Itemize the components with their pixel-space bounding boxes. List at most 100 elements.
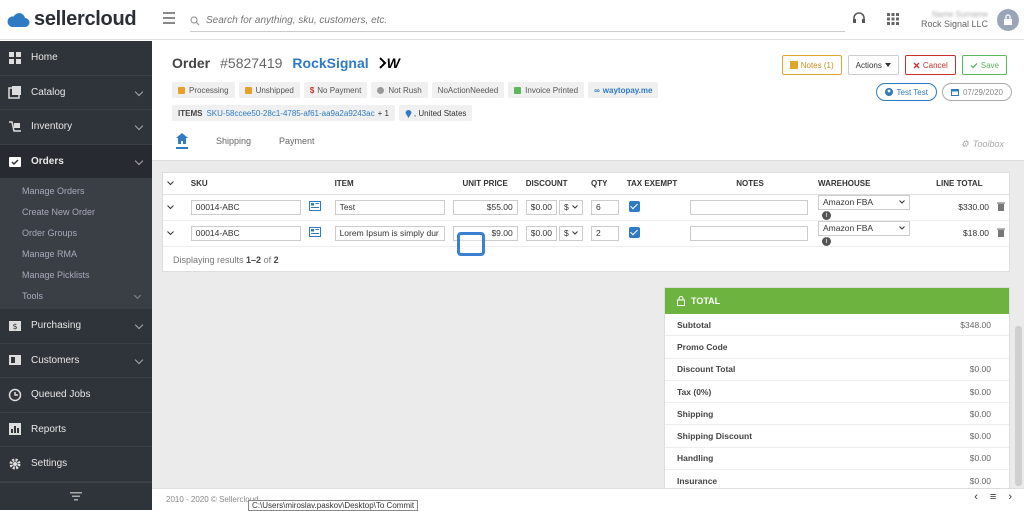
order-date-value: 07/29/2020 (962, 87, 1003, 97)
row-expand[interactable] (163, 220, 187, 248)
customer-button[interactable]: Test Test (875, 83, 937, 101)
country-tag: , United States (398, 105, 473, 121)
submenu-item[interactable]: Create New Order (0, 202, 152, 223)
tab-home[interactable] (176, 133, 188, 149)
product-image-icon[interactable] (308, 201, 321, 212)
next-page-icon[interactable]: › (1008, 491, 1012, 503)
tax-exempt-checkbox[interactable] (628, 200, 640, 212)
qty-field[interactable]: 6 (591, 199, 619, 215)
user-info[interactable]: Name Surname Rock Signal LLC (920, 10, 988, 29)
dollar-icon: $ (309, 85, 315, 95)
badge-label: NoActionNeeded (437, 85, 499, 95)
notes-button[interactable]: Notes (1) (781, 55, 842, 75)
actions-button[interactable]: Actions (847, 55, 899, 75)
trash-icon[interactable] (997, 228, 1005, 237)
sidebar-collapse[interactable] (0, 482, 152, 510)
submenu-item[interactable]: Order Groups (0, 223, 152, 244)
submenu-item[interactable]: Manage Picklists (0, 265, 152, 286)
discount-field[interactable]: $0.00 (525, 199, 558, 215)
qty-field[interactable]: 2 (591, 225, 619, 241)
item-name-field[interactable]: Lorem Ipsum is simply dur (334, 225, 445, 241)
orders-icon (9, 157, 21, 168)
toolbox-link[interactable]: ⚙ Toolbox (961, 139, 1004, 150)
table-row: 00014-ABC Lorem Ipsum is simply dur $9.0… (163, 220, 1009, 248)
headset-icon[interactable] (852, 11, 866, 25)
row-expand[interactable] (163, 194, 187, 221)
item-name-field[interactable]: Test (334, 199, 445, 215)
header-actions: Notes (1) Actions Cancel Save (781, 55, 1007, 75)
line-total: $18.00 (925, 220, 993, 248)
col-qty[interactable]: QTY (587, 173, 623, 195)
submenu-item[interactable]: Manage Orders (0, 181, 152, 202)
sidebar-item-inventory[interactable]: Inventory (0, 110, 152, 145)
col-line-total[interactable]: LINE TOTAL (925, 173, 993, 195)
list-view-icon[interactable]: ≡ (990, 491, 996, 503)
channel-mark-icon (378, 57, 387, 69)
search-input[interactable] (206, 15, 806, 26)
payment-link-badge[interactable]: ∞ waytopay.me (588, 82, 659, 98)
sidebar-item-queued-jobs[interactable]: Queued Jobs (0, 378, 152, 413)
order-date[interactable]: 07/29/2020 (941, 83, 1012, 101)
company-link[interactable]: RockSignal (292, 55, 368, 71)
sidebar-item-reports[interactable]: Reports (0, 413, 152, 447)
sku-field[interactable]: 00014-ABC (190, 225, 301, 241)
totals-row: Tax (0%) $0.00 (665, 381, 1009, 404)
sidebar-item-customers[interactable]: Customers (0, 344, 152, 378)
badge-label: Not Rush (388, 85, 422, 95)
user-org: Rock Signal LLC (920, 19, 988, 29)
sidebar: Home Catalog Inventory Orders Manage Ord… (0, 41, 152, 510)
col-warehouse[interactable]: WAREHOUSE (814, 173, 926, 195)
expand-all-header[interactable] (163, 173, 187, 195)
sidebar-item-catalog[interactable]: Catalog (0, 76, 152, 110)
tools-icon: ⚙ (960, 139, 969, 149)
sidebar-item-settings[interactable]: Settings (0, 447, 152, 482)
tab-shipping[interactable]: Shipping (216, 136, 251, 146)
search-bar[interactable] (190, 10, 845, 32)
sidebar-item-orders[interactable]: Orders (0, 144, 152, 179)
trash-icon[interactable] (997, 202, 1005, 211)
sku-field[interactable]: 00014-ABC (190, 199, 301, 215)
close-icon (913, 62, 920, 68)
purchasing-icon: $ (9, 320, 21, 331)
warehouse-select[interactable]: Amazon FBA (818, 220, 911, 236)
sidebar-item-label: Inventory (31, 121, 73, 133)
col-discount[interactable]: DISCOUNT (521, 173, 588, 195)
scrollbar[interactable] (1015, 326, 1022, 486)
tab-payment[interactable]: Payment (279, 136, 315, 146)
sidebar-item-purchasing[interactable]: $ Purchasing (0, 309, 152, 344)
col-notes[interactable]: NOTES (686, 173, 815, 195)
avatar[interactable] (997, 9, 1019, 31)
warehouse-select[interactable]: Amazon FBA (818, 194, 911, 210)
tax-exempt-checkbox[interactable] (628, 226, 640, 238)
info-icon[interactable]: i (822, 237, 832, 246)
col-item[interactable]: ITEM (330, 173, 449, 195)
actions-button-label: Actions (855, 60, 882, 70)
discount-field[interactable]: $0.00 (525, 225, 558, 241)
prev-page-icon[interactable]: ‹ (974, 491, 978, 503)
logo[interactable]: sellercloud (6, 8, 137, 31)
menu-toggle-icon[interactable] (163, 12, 175, 24)
product-image-icon[interactable] (308, 227, 321, 238)
cancel-button[interactable]: Cancel (904, 55, 956, 75)
apps-grid-icon[interactable] (886, 13, 899, 25)
submenu-item-tools[interactable]: Tools (0, 286, 152, 307)
sidebar-item-home[interactable]: Home (0, 41, 152, 76)
submenu-item[interactable]: Manage RMA (0, 244, 152, 265)
items-tag[interactable]: ITEMS SKU-58ccee50-28c1-4785-af61-aa9a2a9… (172, 105, 395, 121)
badge-label: Unshipped (255, 85, 294, 95)
discount-type-select[interactable]: $ (559, 225, 584, 241)
save-button[interactable]: Save (961, 55, 1007, 75)
col-sku[interactable]: SKU (186, 173, 305, 195)
discount-type-select[interactable]: $ (559, 199, 584, 215)
notes-field[interactable] (690, 225, 809, 241)
col-tax-exempt[interactable]: TAX EXEMPT (622, 173, 687, 195)
info-icon[interactable]: i (822, 210, 832, 220)
save-button-label: Save (980, 60, 999, 70)
main-content: Order #5827419 RockSignal W Notes (1) Ac… (152, 41, 1024, 511)
unit-price-field[interactable]: $55.00 (452, 199, 518, 215)
order-header: Order #5827419 RockSignal W Notes (1) Ac… (152, 41, 1024, 161)
bookmark-icon (178, 86, 185, 94)
notes-field[interactable] (690, 199, 809, 215)
col-unit-price[interactable]: UNIT PRICE (448, 173, 522, 195)
line-total: $330.00 (925, 194, 993, 221)
